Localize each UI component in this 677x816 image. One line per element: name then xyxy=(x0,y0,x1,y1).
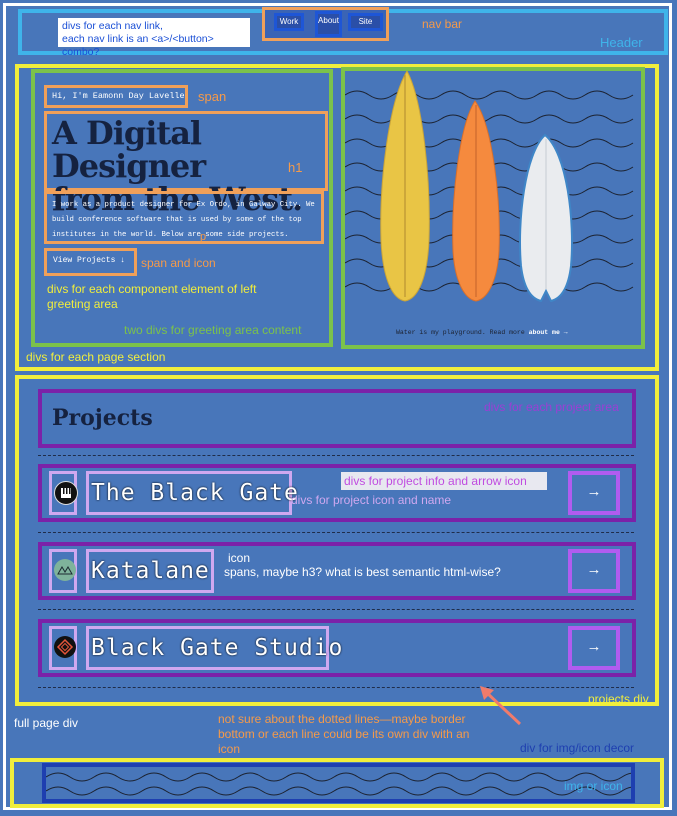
project-row-3[interactable]: Black Gate Studio → xyxy=(38,619,636,677)
dotted-divider-4 xyxy=(38,687,634,688)
project-icon-wrap-2 xyxy=(49,549,77,593)
project-arrow-button-2[interactable]: → xyxy=(568,549,620,593)
ann-nav-bar: nav bar xyxy=(422,17,463,31)
project-name-2: Katalane xyxy=(86,549,214,593)
ann-p: p xyxy=(200,231,207,243)
ann-decor-div: div for img/icon decor xyxy=(520,741,635,755)
ann-spans-h3: spans, maybe h3? what is best semantic h… xyxy=(224,565,501,579)
nav-bar: Work About Site xyxy=(262,7,389,41)
mountain-icon xyxy=(54,559,76,581)
ann-two-divs: two divs for greeting area content xyxy=(124,323,302,337)
projects-heading-frame: Projects xyxy=(38,389,636,448)
arrow-icon: → xyxy=(586,483,602,500)
ann-page-section: divs for each page section xyxy=(26,350,166,364)
ann-icon: icon xyxy=(228,551,251,565)
intro-span-frame: Hi, I'm Eamonn Day Lavelle xyxy=(44,85,188,108)
about-me-link[interactable]: about me → xyxy=(529,329,568,336)
surfboard-yellow xyxy=(380,71,430,302)
ann-full-page: full page div xyxy=(14,716,79,730)
nav-link-about-label: About xyxy=(318,16,339,25)
ann-header: Header xyxy=(600,35,643,50)
arrow-icon: → xyxy=(586,638,602,655)
nav-note-line-2: each nav link is an <a>/<button> combo? xyxy=(62,33,214,58)
ann-left-divs-1: divs for each component element of left xyxy=(47,282,257,296)
ann-img-icon: img or icon xyxy=(564,779,623,793)
project-name-1: The Black Gate xyxy=(86,471,298,515)
arrow-icon: → xyxy=(586,561,602,578)
greeting-body: I work as a product designer for Ex Ordo… xyxy=(52,201,315,239)
projects-heading: Projects xyxy=(52,405,153,431)
diamond-icon xyxy=(54,636,76,658)
project-info-label: divs for project info and arrow icon xyxy=(341,472,547,490)
surfboards-illustration xyxy=(345,71,634,303)
ann-projects-div: projects div xyxy=(588,692,649,706)
ann-h1: h1 xyxy=(288,160,303,175)
ann-dotted-3: icon xyxy=(218,742,241,756)
nav-link-work-label: Work xyxy=(279,17,299,26)
nav-link-about[interactable]: About xyxy=(315,11,342,37)
footer-decor-frame: img or icon xyxy=(42,763,635,803)
dotted-divider-3 xyxy=(38,609,634,610)
piano-icon xyxy=(54,481,78,505)
project-icon-wrap-1 xyxy=(49,471,78,515)
ann-project-area: divs for each project area xyxy=(484,400,619,414)
intro-text: Hi, I'm Eamonn Day Lavelle xyxy=(52,91,185,101)
nav-link-site[interactable]: Site xyxy=(348,13,383,31)
dotted-divider-2 xyxy=(38,532,634,533)
body-text-frame: I work as a product designer for Ex Ordo… xyxy=(44,191,324,244)
ann-dotted: not sure about the dotted lines—maybe bo… xyxy=(218,712,469,757)
cta-frame: View Projects ↓ xyxy=(44,248,137,276)
nav-note: divs for each nav link, each nav link is… xyxy=(58,18,250,58)
project-name-3: Black Gate Studio xyxy=(86,626,342,670)
surf-caption-text: Water is my playground. Read more xyxy=(396,329,525,336)
project-icon-wrap-3 xyxy=(49,626,77,670)
title-line-1: A Digital Designer xyxy=(52,114,206,185)
ann-span: span xyxy=(198,89,227,104)
annotation-arrow-icon xyxy=(480,686,522,726)
ann-left-divs-2: greeting area xyxy=(47,297,118,311)
surf-caption: Water is my playground. Read more about … xyxy=(396,329,568,336)
nav-note-line-1: divs for each nav link, xyxy=(62,20,163,32)
wave-decor-icon xyxy=(46,772,631,796)
ann-dotted-2: bottom or each line could be its own div… xyxy=(218,727,470,741)
title-frame: A Digital Designer from the West. xyxy=(44,111,328,216)
surfboard-orange xyxy=(452,100,500,302)
nav-link-work[interactable]: Work xyxy=(274,13,304,31)
dotted-divider-1 xyxy=(38,455,634,456)
ann-project-icon-name: divs for project icon and name xyxy=(291,493,452,507)
ann-dotted-1: not sure about the dotted lines—maybe bo… xyxy=(218,712,466,726)
project-arrow-button-1[interactable]: → xyxy=(568,471,620,515)
ann-span-icon: span and icon xyxy=(141,256,216,270)
ann-left-divs: divs for each component element of left … xyxy=(47,282,256,312)
project-arrow-button-3[interactable]: → xyxy=(568,626,620,670)
view-projects-button[interactable]: View Projects ↓ xyxy=(53,256,125,265)
nav-link-site-label: Site xyxy=(358,17,373,26)
surfboard-white xyxy=(519,133,573,303)
